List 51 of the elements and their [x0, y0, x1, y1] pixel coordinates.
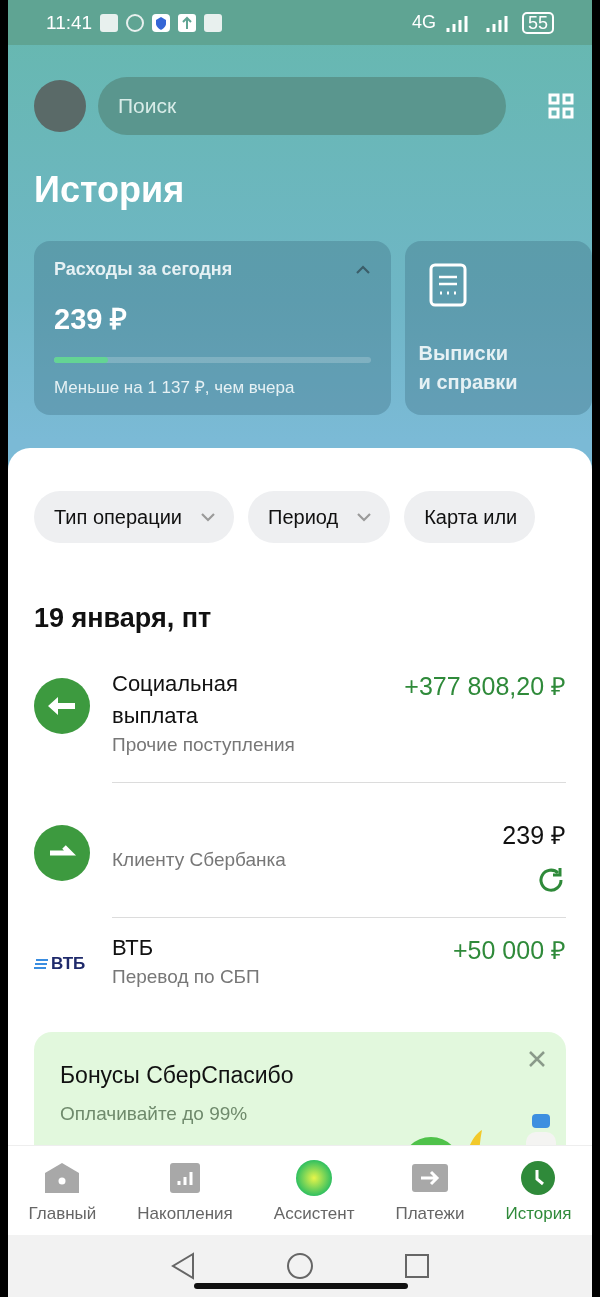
- filter-chip[interactable]: Период: [248, 491, 391, 543]
- statements-label: Выписки и справки: [418, 341, 519, 395]
- nav-tab[interactable]: История: [499, 1146, 578, 1235]
- transaction-subtitle: Перевод по СБП: [112, 966, 261, 988]
- page-title: История: [33, 168, 186, 212]
- filter-chip[interactable]: Карта или: [404, 491, 536, 543]
- bank-logo: ВТБ: [34, 954, 112, 974]
- chevron-up-icon: [354, 264, 371, 275]
- app-notification-icon: [204, 13, 223, 32]
- search-field[interactable]: Поиск: [98, 77, 506, 135]
- chart-icon: [170, 1163, 201, 1193]
- clock-icon: [521, 1161, 556, 1195]
- transaction-amount: +377 808,20 ₽: [404, 671, 566, 702]
- phone-icon: [126, 13, 145, 32]
- transaction-amount: +50 000 ₽: [453, 935, 566, 966]
- upload-icon: [178, 13, 197, 32]
- spending-card[interactable]: Расходы за сегодня 239 ₽ Меньше на 1 137 ₽, чем вчера: [34, 241, 391, 415]
- network-type: 4G: [411, 12, 436, 33]
- promo-text: Оплачивайте до 99%: [60, 1103, 249, 1125]
- card-title: Расходы за сегодня: [54, 259, 233, 280]
- transfer-icon: [34, 825, 90, 881]
- nav-tab[interactable]: Платежи: [389, 1146, 471, 1235]
- filter-chip[interactable]: Тип операции: [34, 491, 235, 543]
- promo-banner[interactable]: Бонусы СберСпасибо Оплачивайте до 99%: [34, 1032, 566, 1145]
- orb-icon: [296, 1160, 333, 1196]
- chevron-down-icon: [356, 512, 373, 522]
- home-icon: [45, 1163, 80, 1193]
- avatar[interactable]: [34, 80, 86, 132]
- transaction-title: Социальная выплата: [112, 670, 239, 730]
- back-icon[interactable]: [170, 1252, 196, 1280]
- transaction-amount: 239 ₽: [502, 820, 566, 851]
- chevron-down-icon: [200, 512, 217, 522]
- app-notification-icon: [100, 13, 119, 32]
- transaction-subtitle: Клиенту Сбербанка: [112, 849, 287, 871]
- close-icon[interactable]: [528, 1050, 546, 1068]
- home-circle-icon[interactable]: [286, 1252, 314, 1280]
- nav-tab[interactable]: Накопления: [131, 1146, 239, 1235]
- status-time: 11:41: [46, 11, 93, 34]
- nav-tab[interactable]: Главный: [22, 1146, 103, 1235]
- battery-level: 55: [521, 11, 554, 34]
- transaction-title: ВТБ: [112, 934, 155, 962]
- grid-menu-icon[interactable]: [548, 93, 574, 119]
- spending-note: Меньше на 1 137 ₽, чем вчера: [54, 377, 296, 398]
- spending-amount: 239 ₽: [54, 302, 129, 337]
- recents-icon[interactable]: [404, 1253, 430, 1279]
- transaction-subtitle: Прочие поступления: [112, 734, 296, 756]
- date-heading: 19 января, пт: [33, 602, 213, 634]
- document-icon: [428, 263, 467, 307]
- shield-icon: [152, 13, 171, 32]
- nav-tab[interactable]: Ассистент: [267, 1146, 361, 1235]
- promo-title: Бонусы СберСпасибо: [60, 1062, 294, 1089]
